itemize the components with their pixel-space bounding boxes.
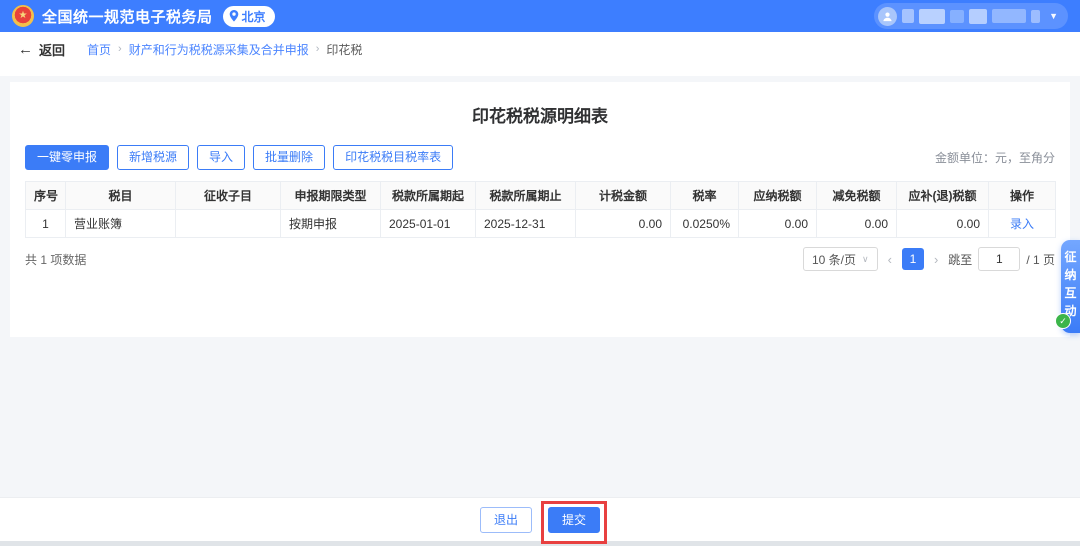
one-click-zero-declaration-button[interactable]: 一键零申报: [25, 145, 109, 170]
tax-bureau-emblem-icon: ★: [12, 5, 34, 27]
col-header-period-end: 税款所属期止: [476, 182, 576, 210]
pagination-controls: 10 条/页 ∨ ‹ 1 › 跳至 / 1 页: [803, 247, 1055, 271]
chevron-down-icon: ∨: [862, 254, 869, 265]
row-entry-link[interactable]: 录入: [1010, 217, 1034, 231]
redacted-username-block: [1031, 10, 1040, 23]
table-row: 1 营业账簿 按期申报 2025-01-01 2025-12-31 0.00 0…: [26, 210, 1056, 238]
location-label: 北京: [242, 8, 266, 25]
toolbar: 一键零申报 新增税源 导入 批量删除 印花税税目税率表 金额单位：元，至角分: [25, 145, 1055, 170]
back-label: 返回: [39, 40, 65, 59]
cell-tax-supplement: 0.00: [897, 210, 989, 238]
jump-page-input[interactable]: [978, 247, 1020, 271]
cell-tax-item: 营业账簿: [66, 210, 176, 238]
exit-button[interactable]: 退出: [480, 507, 532, 533]
breadcrumb-item-current: 印花税: [326, 41, 362, 58]
cell-index: 1: [26, 210, 66, 238]
tax-interaction-widget[interactable]: 征纳互动 ✓: [1061, 240, 1080, 333]
user-avatar-icon: [878, 7, 897, 26]
location-pin-icon: [229, 10, 239, 22]
cell-tax-payable: 0.00: [739, 210, 817, 238]
add-tax-source-button[interactable]: 新增税源: [117, 145, 189, 170]
back-button[interactable]: ← 返回: [18, 40, 65, 59]
page-count-label: / 1 页: [1026, 251, 1055, 268]
tax-source-table: 序号 税目 征收子目 申报期限类型 税款所属期起 税款所属期止 计税金额 税率 …: [25, 181, 1056, 238]
redacted-username-block: [902, 9, 914, 23]
batch-delete-button[interactable]: 批量删除: [253, 145, 325, 170]
amount-unit-note: 金额单位：元，至角分: [935, 149, 1055, 166]
page-jump: 跳至 / 1 页: [948, 247, 1055, 271]
stamp-tax-source-card: 印花税税源明细表 一键零申报 新增税源 导入 批量删除 印花税税目税率表 金额单…: [10, 82, 1070, 337]
redacted-username-block: [992, 9, 1026, 23]
col-header-tax-reduction: 减免税额: [817, 182, 897, 210]
col-header-tax-item: 税目: [66, 182, 176, 210]
table-header-row: 序号 税目 征收子目 申报期限类型 税款所属期起 税款所属期止 计税金额 税率 …: [26, 182, 1056, 210]
col-header-period-type: 申报期限类型: [281, 182, 381, 210]
cell-period-type: 按期申报: [281, 210, 381, 238]
footer-action-bar: 退出 提交: [0, 497, 1080, 541]
breadcrumb-separator: ›: [118, 43, 122, 55]
redacted-username-block: [919, 9, 945, 24]
cell-tax-reduction: 0.00: [817, 210, 897, 238]
page-size-value: 10 条/页: [812, 251, 856, 268]
breadcrumb-item-home[interactable]: 首页: [87, 41, 111, 58]
user-account-menu[interactable]: ▼: [874, 3, 1068, 29]
location-badge[interactable]: 北京: [223, 6, 275, 27]
submit-button-wrap: 提交: [548, 507, 600, 533]
cell-tax-rate: 0.0250%: [671, 210, 739, 238]
submit-button[interactable]: 提交: [548, 507, 600, 533]
chevron-down-icon: ▼: [1049, 11, 1058, 21]
col-header-actions: 操作: [989, 182, 1056, 210]
redacted-username-block: [969, 9, 987, 24]
col-header-tax-supplement: 应补(退)税额: [897, 182, 989, 210]
breadcrumb-bar: ← 返回 首页 › 财产和行为税税源采集及合并申报 › 印花税: [0, 32, 1080, 76]
col-header-index: 序号: [26, 182, 66, 210]
breadcrumb-separator: ›: [316, 43, 320, 55]
stamp-tax-rate-table-button[interactable]: 印花税税目税率表: [333, 145, 453, 170]
breadcrumb: 首页 › 财产和行为税税源采集及合并申报 › 印花税: [87, 41, 362, 58]
bottom-edge-strip: [0, 541, 1080, 546]
col-header-sub-item: 征收子目: [176, 182, 281, 210]
cell-period-end: 2025-12-31: [476, 210, 576, 238]
cell-period-start: 2025-01-01: [381, 210, 476, 238]
redacted-username-block: [950, 10, 964, 23]
prev-page-button[interactable]: ‹: [886, 252, 894, 267]
total-count-label: 共 1 项数据: [25, 251, 86, 268]
breadcrumb-item-collection[interactable]: 财产和行为税税源采集及合并申报: [129, 41, 309, 58]
next-page-button[interactable]: ›: [932, 252, 940, 267]
app-title: 全国统一规范电子税务局: [42, 6, 213, 27]
page-number-1[interactable]: 1: [902, 248, 924, 270]
check-icon: ✓: [1055, 313, 1071, 329]
top-header: ★ 全国统一规范电子税务局 北京 ▼: [0, 0, 1080, 32]
cell-taxable-amount: 0.00: [576, 210, 671, 238]
page-size-select[interactable]: 10 条/页 ∨: [803, 247, 878, 271]
back-arrow-icon: ←: [18, 41, 33, 58]
col-header-tax-payable: 应纳税额: [739, 182, 817, 210]
page-title: 印花税税源明细表: [10, 82, 1070, 127]
tax-interaction-label: 征纳互动: [1064, 250, 1076, 318]
app-root: ★ 全国统一规范电子税务局 北京 ▼ ← 返回 首页: [0, 0, 1080, 546]
col-header-period-start: 税款所属期起: [381, 182, 476, 210]
pagination-row: 共 1 项数据 10 条/页 ∨ ‹ 1 › 跳至 / 1 页: [25, 247, 1055, 271]
col-header-tax-rate: 税率: [671, 182, 739, 210]
jump-label: 跳至: [948, 251, 972, 268]
cell-sub-item: [176, 210, 281, 238]
col-header-taxable-amount: 计税金额: [576, 182, 671, 210]
import-button[interactable]: 导入: [197, 145, 245, 170]
